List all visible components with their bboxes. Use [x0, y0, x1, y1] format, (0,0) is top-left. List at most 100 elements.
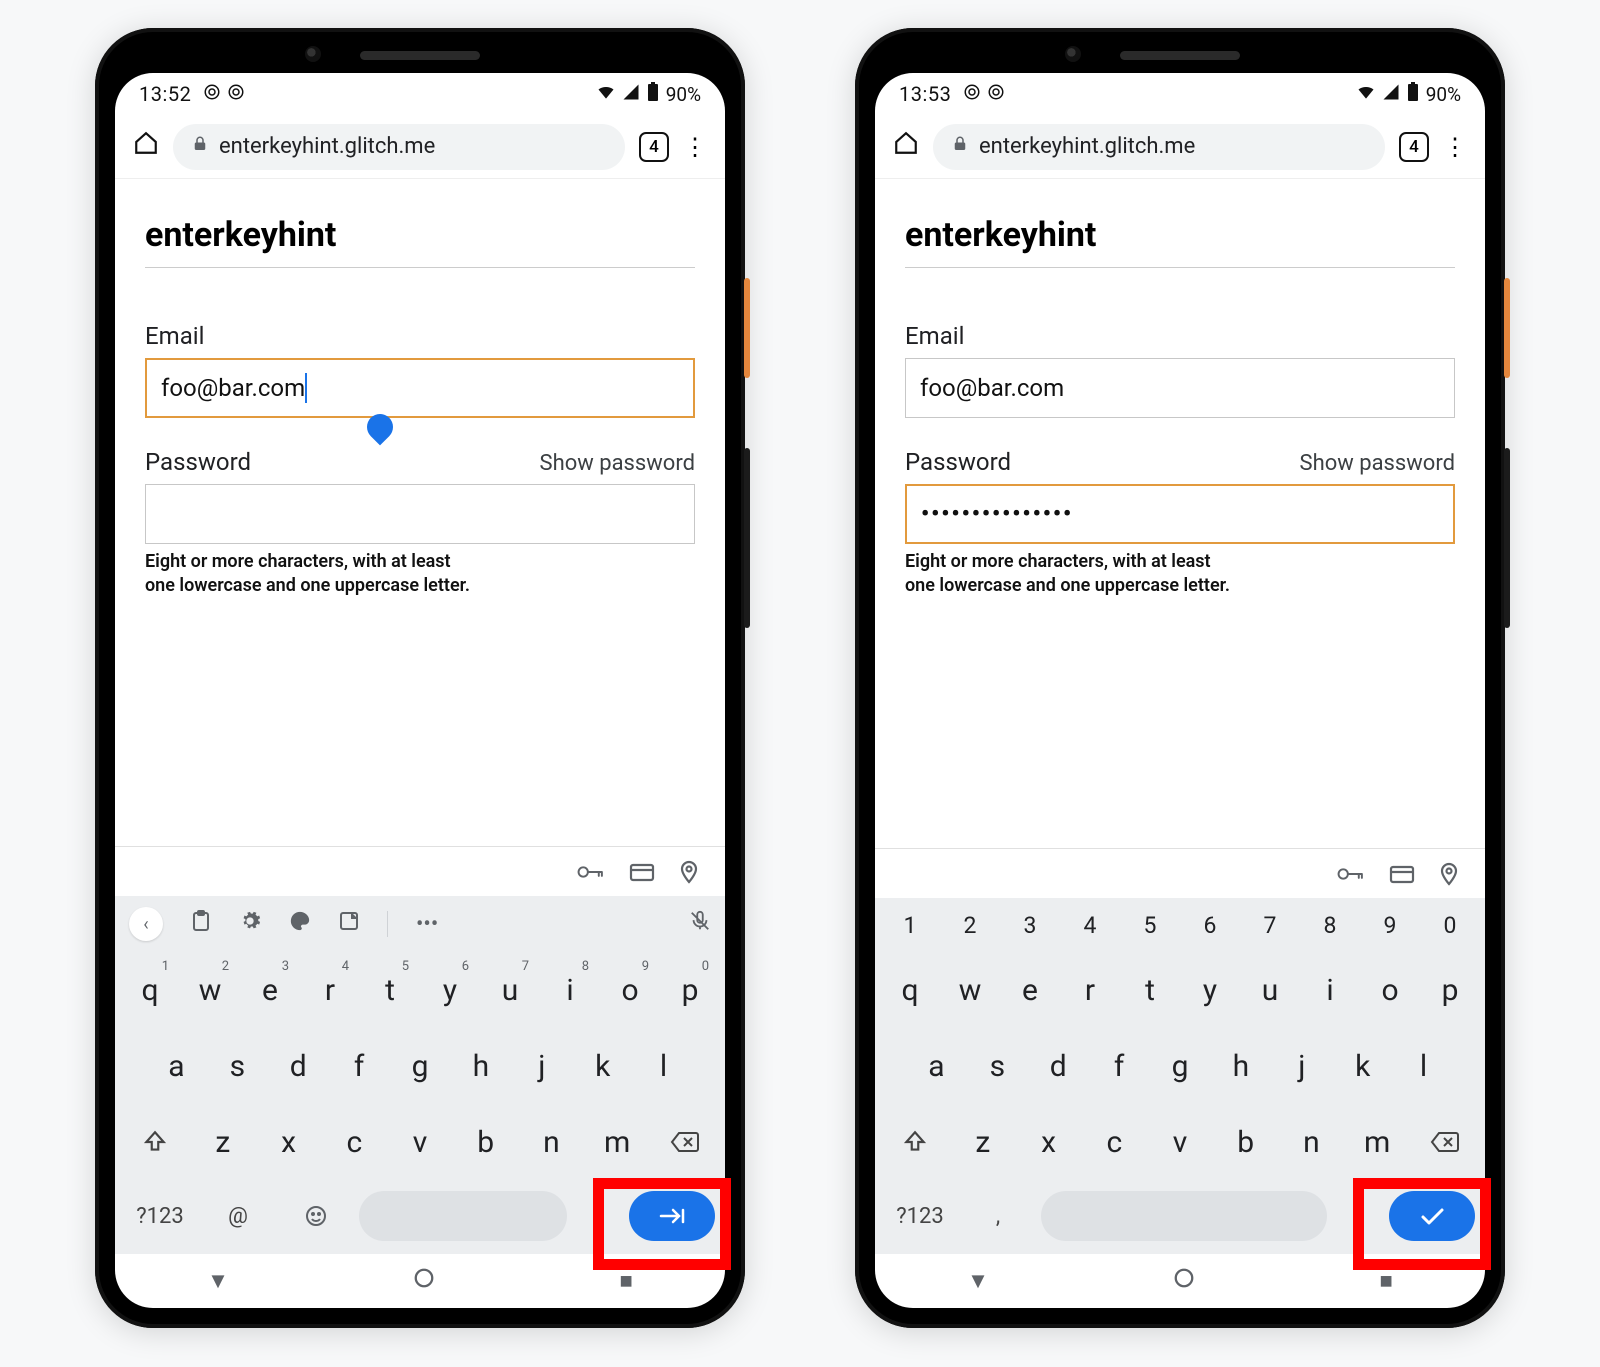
key-v[interactable]: v [1150, 1109, 1210, 1175]
key-h[interactable]: h [1213, 1033, 1268, 1099]
key-j[interactable]: j [1274, 1033, 1329, 1099]
key-m[interactable]: m [587, 1109, 647, 1175]
key-j[interactable]: j [514, 1033, 569, 1099]
show-password-toggle[interactable]: Show password [1300, 451, 1455, 476]
key-l[interactable]: l [636, 1033, 691, 1099]
period-key[interactable]: . [575, 1201, 621, 1231]
shift-key[interactable] [123, 1110, 187, 1174]
key-q[interactable]: q1 [123, 957, 177, 1023]
key-r[interactable]: r4 [303, 957, 357, 1023]
key-7[interactable]: 7 [1243, 903, 1297, 947]
email-input[interactable]: foo@bar.com [145, 358, 695, 418]
symbols-key[interactable]: ?123 [125, 1188, 195, 1244]
back-nav-icon[interactable]: ▼ [967, 1268, 989, 1294]
overflow-menu-icon[interactable]: ⋮ [683, 133, 707, 161]
key-y[interactable]: y6 [423, 957, 477, 1023]
key-d[interactable]: d [1031, 1033, 1086, 1099]
key-s[interactable]: s [970, 1033, 1025, 1099]
key-w[interactable]: w [943, 957, 997, 1023]
enter-key-next[interactable] [629, 1191, 715, 1241]
space-key[interactable] [359, 1191, 567, 1241]
key-b[interactable]: b [456, 1109, 516, 1175]
key-k[interactable]: k [575, 1033, 630, 1099]
key-o[interactable]: o [1363, 957, 1417, 1023]
location-icon[interactable] [679, 860, 699, 884]
key-0[interactable]: 0 [1423, 903, 1477, 947]
recents-nav-icon[interactable]: ■ [1380, 1268, 1393, 1294]
key-u[interactable]: u [1243, 957, 1297, 1023]
key-f[interactable]: f [1092, 1033, 1147, 1099]
url-bar[interactable]: enterkeyhint.glitch.me [933, 124, 1385, 170]
key-q[interactable]: q [883, 957, 937, 1023]
period-key[interactable]: . [1335, 1201, 1381, 1231]
password-input[interactable]: ••••••••••••••• [905, 484, 1455, 544]
key-a[interactable]: a [909, 1033, 964, 1099]
key-f[interactable]: f [332, 1033, 387, 1099]
overflow-menu-icon[interactable]: ⋮ [1443, 133, 1467, 161]
recents-nav-icon[interactable]: ■ [620, 1268, 633, 1294]
show-password-toggle[interactable]: Show password [540, 451, 695, 476]
key-a[interactable]: a [149, 1033, 204, 1099]
key-icon[interactable] [577, 862, 605, 882]
backspace-key[interactable] [1413, 1110, 1477, 1174]
back-nav-icon[interactable]: ▼ [207, 1268, 229, 1294]
key-v[interactable]: v [390, 1109, 450, 1175]
more-icon[interactable]: ••• [416, 912, 438, 937]
key-x[interactable]: x [259, 1109, 319, 1175]
key-4[interactable]: 4 [1063, 903, 1117, 947]
key-c[interactable]: c [324, 1109, 384, 1175]
emoji-key[interactable] [281, 1188, 351, 1244]
key-6[interactable]: 6 [1183, 903, 1237, 947]
location-icon[interactable] [1439, 862, 1459, 886]
key-u[interactable]: u7 [483, 957, 537, 1023]
key-g[interactable]: g [1153, 1033, 1208, 1099]
key-k[interactable]: k [1335, 1033, 1390, 1099]
key-x[interactable]: x [1019, 1109, 1079, 1175]
key-p[interactable]: p0 [663, 957, 717, 1023]
card-icon[interactable] [629, 862, 655, 882]
key-2[interactable]: 2 [943, 903, 997, 947]
key-t[interactable]: t [1123, 957, 1177, 1023]
home-nav-icon[interactable] [413, 1267, 435, 1295]
collapse-icon[interactable]: ‹ [129, 907, 163, 941]
key-r[interactable]: r [1063, 957, 1117, 1023]
space-key[interactable] [1041, 1191, 1327, 1241]
key-g[interactable]: g [393, 1033, 448, 1099]
password-input[interactable] [145, 484, 695, 544]
key-d[interactable]: d [271, 1033, 326, 1099]
caret-handle[interactable] [362, 409, 399, 446]
key-1[interactable]: 1 [883, 903, 937, 947]
tab-count[interactable]: 4 [639, 132, 669, 162]
key-8[interactable]: 8 [1303, 903, 1357, 947]
key-9[interactable]: 9 [1363, 903, 1417, 947]
backspace-key[interactable] [653, 1110, 717, 1174]
palette-icon[interactable] [289, 910, 311, 938]
enter-key-done[interactable] [1389, 1191, 1475, 1241]
home-icon[interactable] [133, 130, 159, 163]
mic-off-icon[interactable] [689, 910, 711, 938]
key-y[interactable]: y [1183, 957, 1237, 1023]
tab-count[interactable]: 4 [1399, 132, 1429, 162]
key-h[interactable]: h [453, 1033, 508, 1099]
home-nav-icon[interactable] [1173, 1267, 1195, 1295]
key-n[interactable]: n [1282, 1109, 1342, 1175]
key-icon[interactable] [1337, 864, 1365, 884]
sticker-icon[interactable] [339, 911, 359, 937]
url-bar[interactable]: enterkeyhint.glitch.me [173, 124, 625, 170]
key-5[interactable]: 5 [1123, 903, 1177, 947]
clipboard-icon[interactable] [191, 910, 211, 938]
key-i[interactable]: i8 [543, 957, 597, 1023]
gear-icon[interactable] [239, 910, 261, 938]
shift-key[interactable] [883, 1110, 947, 1174]
key-s[interactable]: s [210, 1033, 265, 1099]
key-3[interactable]: 3 [1003, 903, 1057, 947]
key-p[interactable]: p [1423, 957, 1477, 1023]
key-z[interactable]: z [193, 1109, 253, 1175]
key-t[interactable]: t5 [363, 957, 417, 1023]
key-n[interactable]: n [522, 1109, 582, 1175]
key-o[interactable]: o9 [603, 957, 657, 1023]
key-l[interactable]: l [1396, 1033, 1451, 1099]
card-icon[interactable] [1389, 864, 1415, 884]
email-input[interactable]: foo@bar.com [905, 358, 1455, 418]
key-i[interactable]: i [1303, 957, 1357, 1023]
